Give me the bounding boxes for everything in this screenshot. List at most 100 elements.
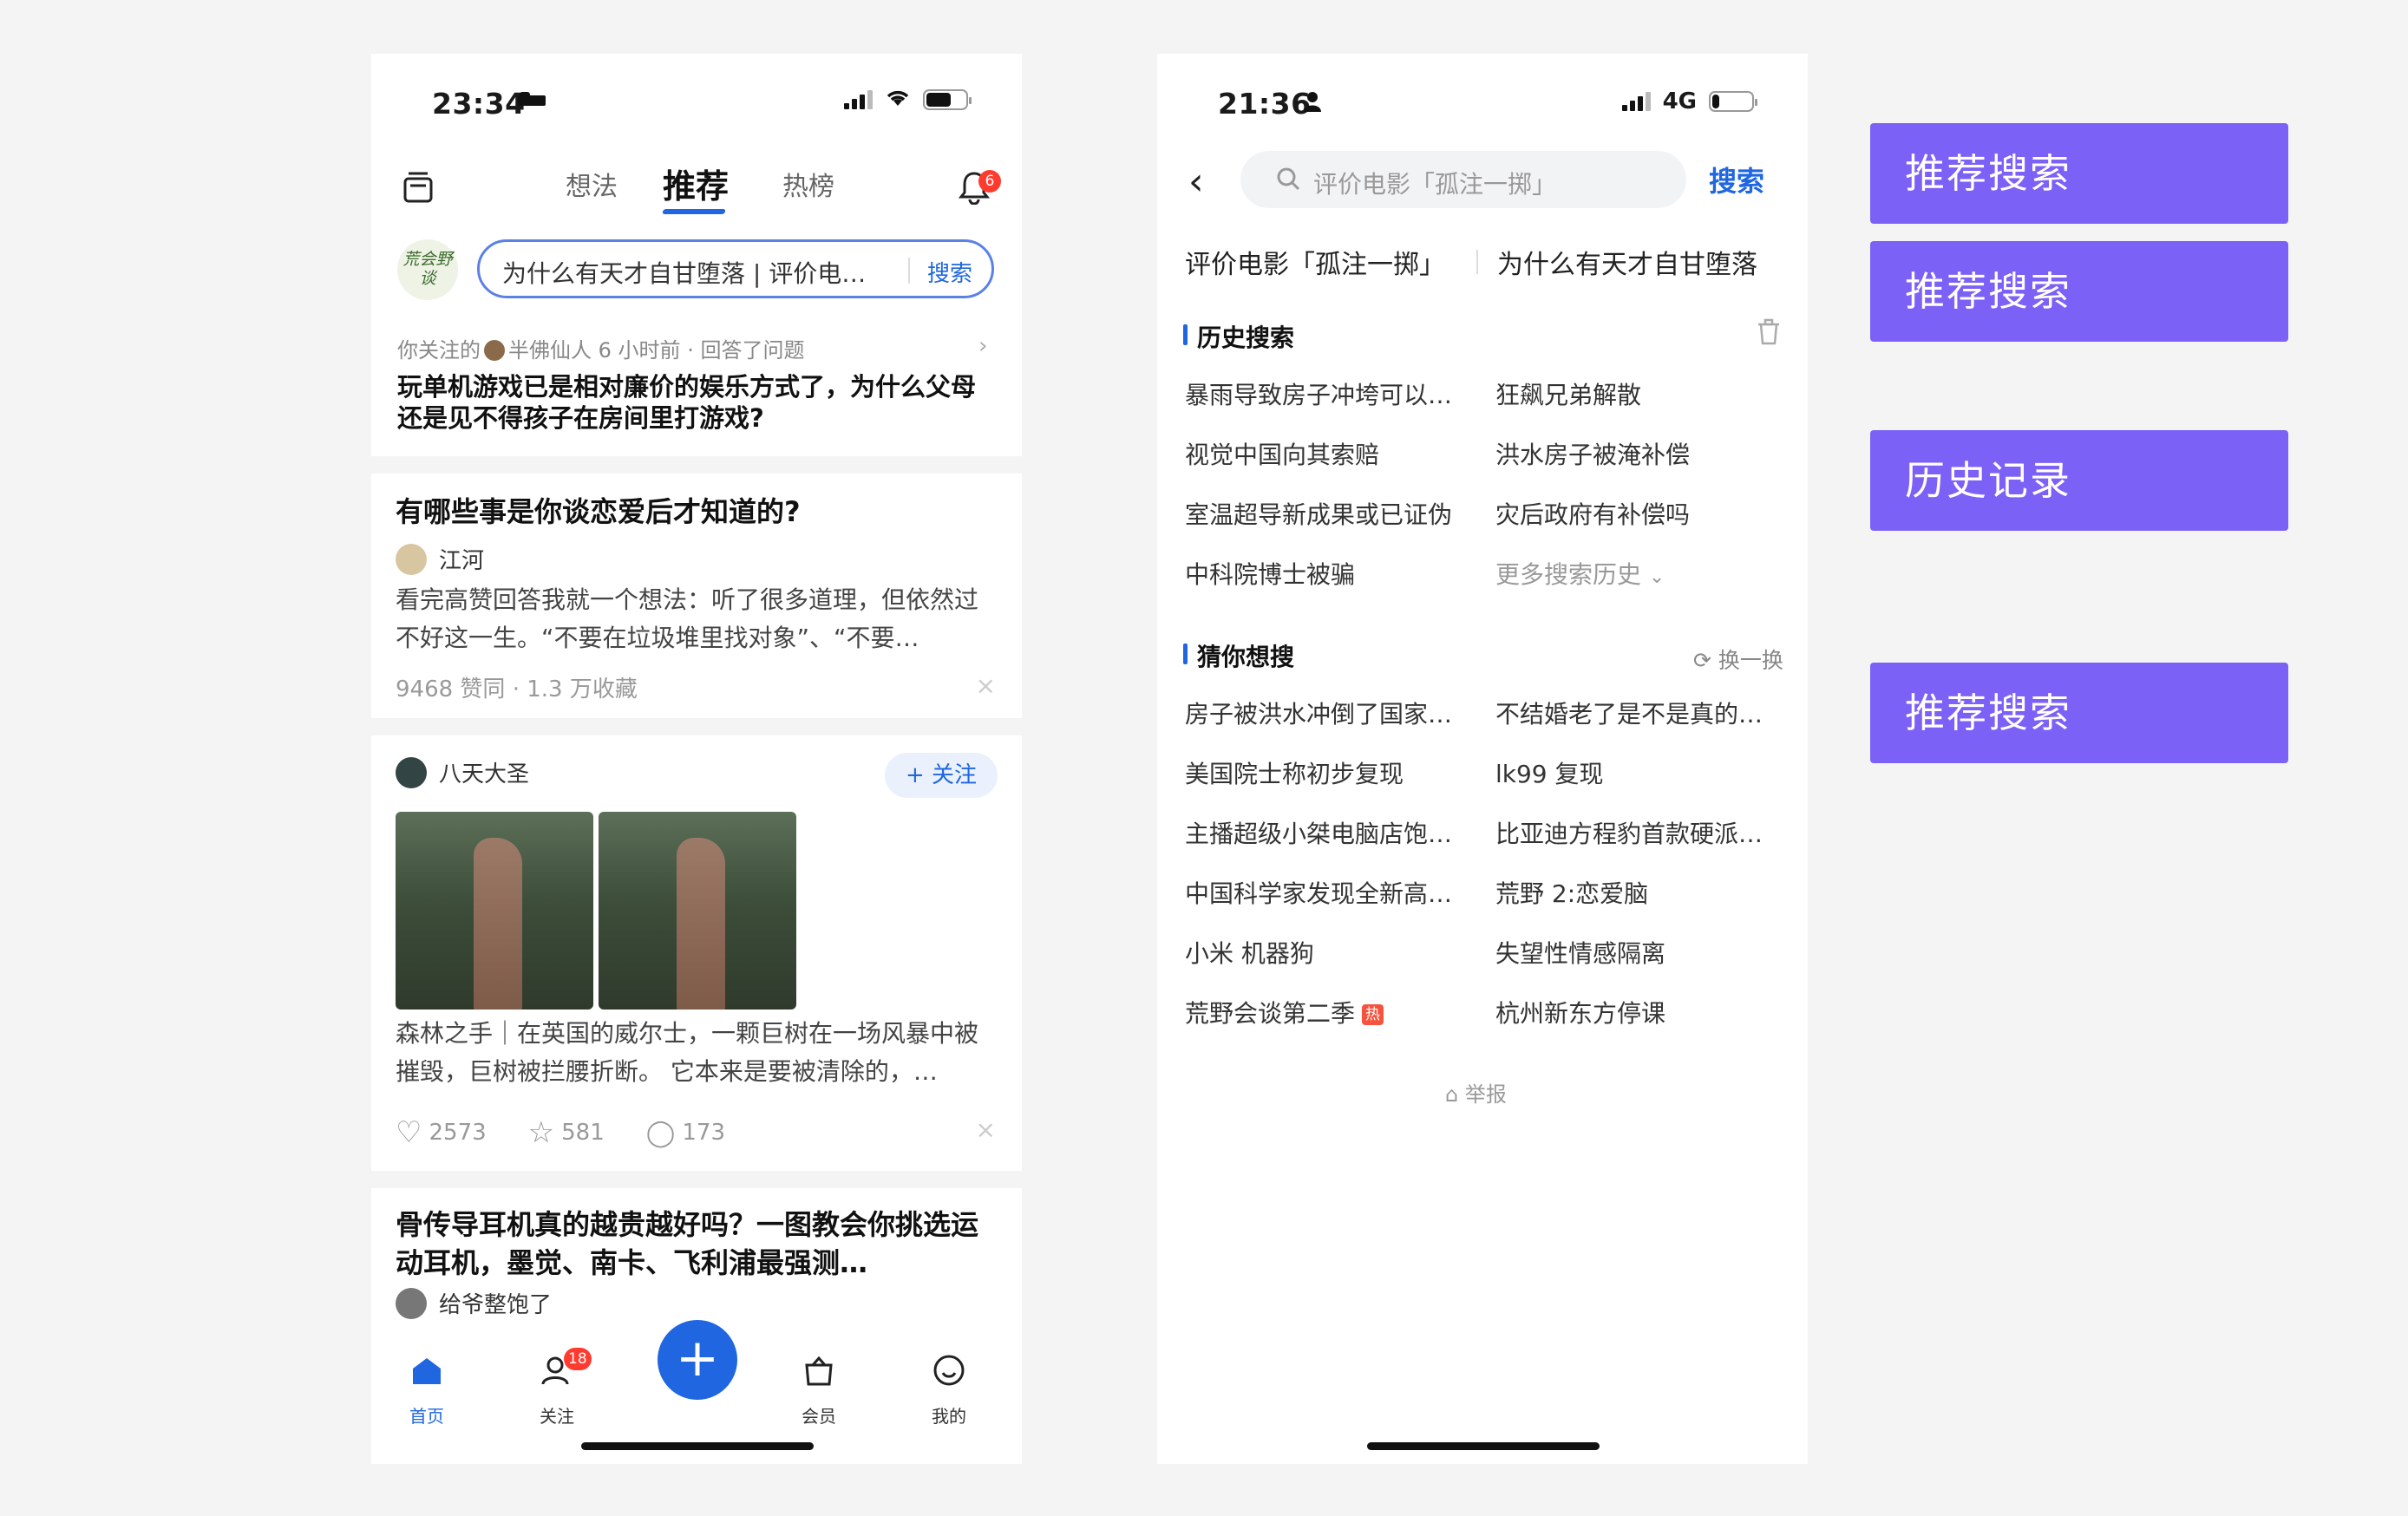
like-button[interactable]: ♡ 2573 [396, 1115, 487, 1150]
card-title[interactable]: 骨传导耳机真的越贵越好吗？一图教会你挑选运动耳机，墨觉、南卡、飞利浦最强测… [396, 1206, 998, 1282]
close-icon[interactable]: × [976, 1115, 996, 1144]
annotation-label: 推荐搜索 [1870, 241, 2288, 342]
guess-item[interactable]: 房子被洪水冲倒了国家… [1185, 696, 1471, 730]
search-bar[interactable]: 评价电影「孤注一掷」 [1240, 151, 1686, 208]
post-image[interactable] [396, 812, 593, 1010]
tab-me-label: 我的 [932, 1406, 966, 1427]
guess-item[interactable]: 不结婚老了是不是真的… [1495, 696, 1782, 730]
network-type: 4G [1662, 88, 1697, 114]
crown-bag-icon [775, 1353, 862, 1395]
history-item[interactable]: 室温超导新成果或已证伪 [1185, 496, 1471, 531]
chevron-right-icon[interactable]: › [978, 333, 987, 359]
card-title[interactable]: 有哪些事是你谈恋爱后才知道的? [396, 493, 998, 531]
guess-item-label: 荒野会谈第二季 [1185, 999, 1356, 1028]
card-excerpt[interactable]: 森林之手｜在英国的威尔士，一颗巨树在一场风暴中被摧毁，巨树被拦腰折断。 它本来是… [396, 1015, 996, 1091]
history-item[interactable]: 洪水房子被淹补偿 [1495, 436, 1782, 471]
follow-prefix: 你关注的 [397, 338, 481, 363]
trash-icon[interactable] [1756, 317, 1782, 352]
tab-home[interactable]: 首页 [383, 1353, 470, 1428]
guess-item[interactable]: 小米 机器狗 [1185, 935, 1471, 970]
guess-item[interactable]: 失望性情感隔离 [1495, 935, 1782, 970]
feed-card[interactable]: 八天大圣 + 关注 森林之手｜在英国的威尔士，一颗巨树在一场风暴中被摧毁，巨树被… [371, 735, 1022, 1171]
history-item[interactable]: 视觉中国向其索赔 [1185, 436, 1471, 471]
comment-count: 173 [682, 1120, 725, 1146]
feed-card[interactable]: 有哪些事是你谈恋爱后才知道的? 江河 看完高赞回答我就一个想法：听了很多道理，但… [371, 474, 1022, 718]
card-author[interactable]: 给爷整饱了 [396, 1287, 552, 1319]
tab-ideas[interactable]: 想法 [566, 165, 618, 203]
guess-item[interactable]: 荒野 2:恋爱脑 [1495, 875, 1782, 910]
history-item[interactable]: 中科院博士被骗 [1185, 556, 1471, 591]
annotation-label: 历史记录 [1870, 430, 2288, 531]
plus-icon: + [675, 1328, 720, 1389]
history-section-title: 历史搜索 [1183, 319, 1294, 354]
author-name: 给爷整饱了 [439, 1292, 553, 1318]
favorite-button[interactable]: ☆ 581 [528, 1115, 605, 1150]
guess-item[interactable]: 美国院士称初步复现 [1185, 755, 1471, 790]
tab-member[interactable]: 会员 [775, 1353, 862, 1428]
follow-button[interactable]: + 关注 [885, 753, 998, 798]
home-indicator [1367, 1442, 1600, 1450]
smile-icon [906, 1353, 992, 1395]
search-button[interactable]: 搜索 [927, 256, 972, 288]
card-author[interactable]: 江河 [396, 543, 484, 575]
status-bar: 23:34 [371, 54, 1022, 154]
close-icon[interactable]: × [976, 671, 996, 700]
tab-me[interactable]: 我的 [906, 1353, 992, 1428]
status-time: 23:34 [432, 87, 526, 121]
history-item[interactable]: 灾后政府有补偿吗 [1495, 496, 1782, 531]
search-bar[interactable]: 为什么有天才自甘堕落 | 评价电影「孤注一掷」 搜索 [477, 239, 994, 298]
avatar[interactable]: 荒会野谈 [397, 239, 458, 300]
follow-activity-meta: 你关注的 半佛仙人 6 小时前 · 回答了问题 [397, 333, 804, 363]
guess-item[interactable]: lk99 复现 [1495, 755, 1782, 790]
person-icon [1303, 90, 1322, 116]
guess-item[interactable]: 主播超级小桀电脑店饱… [1185, 815, 1471, 850]
card-excerpt[interactable]: 看完高赞回答我就一个想法：听了很多道理，但依然过不好这一生。“不要在垃圾堆里找对… [396, 581, 996, 657]
back-icon[interactable]: ‹ [1188, 160, 1204, 204]
guess-item[interactable]: 荒野会谈第二季热 [1185, 995, 1471, 1029]
more-history-button[interactable]: 更多搜索历史 ⌄ [1495, 556, 1782, 591]
card-author[interactable]: 八天大圣 [396, 756, 529, 788]
search-input[interactable]: 为什么有天才自甘堕落 | 评价电影「孤注一掷」 [502, 255, 884, 290]
author-name: 八天大圣 [439, 761, 530, 787]
follow-badge: 18 [564, 1348, 592, 1370]
status-icons [844, 88, 972, 111]
status-bar: 21:36 4G [1157, 54, 1808, 154]
history-item[interactable]: 暴雨导致房子冲垮可以… [1185, 376, 1471, 411]
comment-icon: ◯ [645, 1117, 676, 1148]
post-image[interactable] [599, 812, 796, 1010]
report-label: 举报 [1464, 1082, 1507, 1107]
card-meta: 9468 赞同 · 1.3 万收藏 [396, 676, 638, 702]
search-input[interactable]: 评价电影「孤注一掷」 [1313, 166, 1556, 200]
history-item[interactable]: 狂飙兄弟解散 [1495, 376, 1782, 411]
battery-icon [923, 89, 972, 110]
tab-hot-list[interactable]: 热榜 [782, 165, 834, 203]
bottom-tab-bar: 首页 关注 18 + 会员 我的 [371, 1320, 1022, 1464]
guess-item[interactable]: 中国科学家发现全新高… [1185, 875, 1471, 910]
follow-name[interactable]: 半佛仙人 [508, 338, 592, 363]
guess-item[interactable]: 比亚迪方程豹首款硬派… [1495, 815, 1782, 850]
search-divider [908, 258, 910, 284]
like-count: 2573 [429, 1120, 487, 1146]
refresh-icon: ⟳ [1693, 648, 1711, 673]
search-button[interactable]: 搜索 [1709, 160, 1764, 199]
follow-question-title[interactable]: 玩单机游戏已是相对廉价的娱乐方式了，为什么父母还是见不得孩子在房间里打游戏? [397, 371, 996, 434]
create-post-button[interactable]: + [658, 1320, 737, 1400]
wifi-icon [885, 88, 911, 111]
search-icon [1275, 166, 1301, 198]
hot-search-term[interactable]: 为什么有天才自甘堕落 [1497, 243, 1757, 281]
guess-item[interactable]: 杭州新东方停课 [1495, 995, 1782, 1029]
home-icon [383, 1353, 470, 1395]
divider [1476, 250, 1478, 274]
comment-button[interactable]: ◯ 173 [646, 1115, 725, 1150]
menu-icon[interactable] [402, 170, 434, 206]
star-icon: ☆ [527, 1115, 555, 1150]
chevron-down-icon: ⌄ [1648, 566, 1665, 588]
annotation-label: 推荐搜索 [1870, 663, 2288, 763]
report-icon: ⌂ [1445, 1082, 1459, 1107]
report-button[interactable]: ⌂ 举报 [1445, 1077, 1507, 1108]
refresh-button[interactable]: ⟳ 换一换 [1693, 644, 1783, 675]
tab-recommend[interactable]: 推荐 [663, 160, 729, 207]
tab-follow[interactable]: 关注 18 [514, 1348, 600, 1428]
hot-search-term[interactable]: 评价电影「孤注一掷」 [1185, 243, 1445, 281]
heart-icon: ♡ [396, 1115, 422, 1150]
